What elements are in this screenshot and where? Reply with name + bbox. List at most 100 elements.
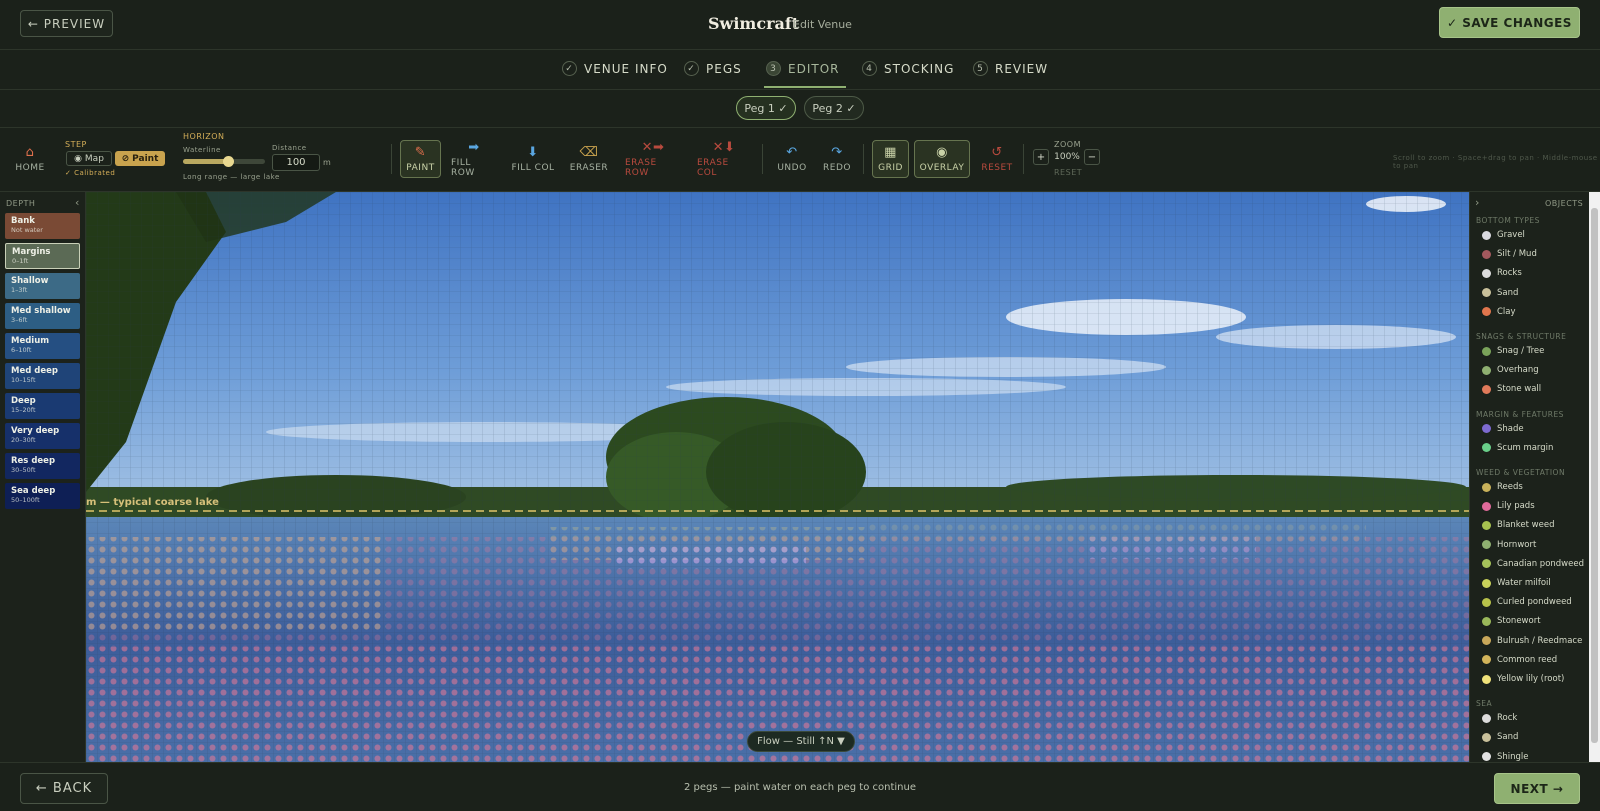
depth-item[interactable]: Med deep 10–15ft xyxy=(5,363,80,389)
object-item[interactable]: Hornwort xyxy=(1482,540,1536,550)
editor-canvas[interactable]: m — typical coarse lake Flow — Still ↑N … xyxy=(86,192,1469,762)
fill-col-button[interactable]: ⬇ FILL COL xyxy=(510,140,556,178)
object-item[interactable]: Stonewort xyxy=(1482,616,1541,626)
depth-item[interactable]: Deep 15–20ft xyxy=(5,393,80,419)
object-swatch-icon xyxy=(1482,713,1491,723)
grid-toggle[interactable]: ▦ GRID xyxy=(872,140,909,178)
depth-item[interactable]: Res deep 30–50ft xyxy=(5,453,80,479)
active-step-indicator xyxy=(764,86,846,88)
preview-button[interactable]: ← PREVIEW xyxy=(20,10,113,37)
peg-tab-1[interactable]: Peg 1 ✓ xyxy=(736,96,796,120)
object-item[interactable]: Gravel xyxy=(1482,230,1525,240)
depth-item[interactable]: Shallow 1–3ft xyxy=(5,273,80,299)
waterline-label: Waterline xyxy=(183,146,221,154)
redo-button[interactable]: ↷ REDO xyxy=(822,140,852,178)
arrow-right-icon: ➡ xyxy=(468,139,480,155)
step-venue-info[interactable]: ✓ VENUE INFO xyxy=(562,61,668,76)
zoom-out-button[interactable]: − xyxy=(1084,149,1100,165)
erase-col-button[interactable]: ✕⬇ ERASE COL xyxy=(697,140,751,178)
object-item[interactable]: Common reed xyxy=(1482,655,1557,665)
home-button[interactable]: ⌂ HOME xyxy=(14,140,46,178)
save-changes-button[interactable]: ✓ SAVE CHANGES xyxy=(1439,7,1580,38)
depth-item[interactable]: Margins 0–1ft xyxy=(5,243,80,269)
flow-direction-button[interactable]: Flow — Still ↑N ▼ xyxy=(747,731,855,752)
depth-item[interactable]: Very deep 20–30ft xyxy=(5,423,80,449)
object-item[interactable]: Bulrush / Reedmace xyxy=(1482,636,1582,646)
object-label: Sand xyxy=(1497,287,1519,298)
depth-item[interactable]: Medium 6–10ft xyxy=(5,333,80,359)
object-label: Hornwort xyxy=(1497,539,1537,550)
object-swatch-icon xyxy=(1482,578,1491,588)
step-pegs[interactable]: ✓ PEGS xyxy=(684,61,742,76)
object-item[interactable]: Shade xyxy=(1482,424,1524,434)
reset-button[interactable]: ↺ RESET xyxy=(980,140,1014,178)
object-item[interactable]: Scum margin xyxy=(1482,443,1553,453)
eraser-button[interactable]: ⌫ ERASER xyxy=(567,140,611,178)
object-item[interactable]: Yellow lily (root) xyxy=(1482,674,1564,684)
paint-step-button[interactable]: ⊘ Paint xyxy=(115,151,165,166)
expand-objects-button[interactable]: › xyxy=(1475,196,1479,209)
depth-name: Shallow xyxy=(11,276,49,286)
eye-icon: ◉ xyxy=(74,153,82,164)
object-item[interactable]: Shingle xyxy=(1482,752,1529,762)
objects-scrollbar[interactable] xyxy=(1589,192,1600,762)
object-item[interactable]: Overhang xyxy=(1482,365,1539,375)
object-item[interactable]: Snag / Tree xyxy=(1482,346,1544,356)
collapse-depth-button[interactable]: ‹ xyxy=(75,196,79,209)
footer-status: 2 pegs — paint water on each peg to cont… xyxy=(684,782,916,793)
depth-item[interactable]: Bank Not water xyxy=(5,213,80,239)
object-label: Lily pads xyxy=(1497,501,1535,512)
object-item[interactable]: Canadian pondweed xyxy=(1482,559,1584,569)
object-item[interactable]: Clay xyxy=(1482,307,1516,317)
zoom-value: 100% xyxy=(1054,152,1080,162)
distance-input[interactable]: 100 xyxy=(272,154,320,171)
overlay-toggle[interactable]: ◉ OVERLAY xyxy=(914,140,970,178)
depth-name: Bank xyxy=(11,216,35,226)
object-item[interactable]: Silt / Mud xyxy=(1482,249,1537,259)
depth-range: 1–3ft xyxy=(11,286,28,294)
zoom-label: ZOOM xyxy=(1054,140,1081,149)
object-label: Blanket weed xyxy=(1497,520,1555,531)
peg-tab-2[interactable]: Peg 2 ✓ xyxy=(804,96,864,120)
depth-item[interactable]: Sea deep 50–100ft xyxy=(5,483,80,509)
waterline-slider-thumb[interactable] xyxy=(223,156,235,167)
fill-row-button[interactable]: ➡ FILL ROW xyxy=(451,140,497,178)
wizard-steps: ✓ VENUE INFO ✓ PEGS 3 EDITOR 4 STOCKING 5 REV… xyxy=(0,50,1600,90)
object-swatch-icon xyxy=(1482,520,1491,530)
object-swatch-icon xyxy=(1482,230,1491,240)
object-item[interactable]: Stone wall xyxy=(1482,384,1541,394)
object-item[interactable]: Blanket weed xyxy=(1482,520,1554,530)
map-step-button[interactable]: ◉ Map xyxy=(66,151,112,166)
step-stocking[interactable]: 4 STOCKING xyxy=(862,61,954,76)
eye-icon: ◉ xyxy=(936,144,948,160)
waterline-slider[interactable] xyxy=(183,156,265,167)
object-item[interactable]: Rocks xyxy=(1482,268,1522,278)
object-group-title: WEED & VEGETATION xyxy=(1476,468,1566,477)
depth-range: 50–100ft xyxy=(11,496,40,504)
undo-button[interactable]: ↶ UNDO xyxy=(777,140,807,178)
object-label: Reeds xyxy=(1497,482,1523,492)
object-item[interactable]: Curled pondweed xyxy=(1482,597,1572,607)
object-label: Scum margin xyxy=(1497,442,1554,453)
object-label: Shade xyxy=(1497,423,1524,434)
zoom-in-button[interactable]: + xyxy=(1033,149,1049,165)
object-item[interactable]: Reeds xyxy=(1482,482,1523,492)
object-item[interactable]: Sand xyxy=(1482,288,1518,298)
zoom-reset-button[interactable]: RESET xyxy=(1054,168,1082,177)
depth-item[interactable]: Med shallow 3–6ft xyxy=(5,303,80,329)
object-item[interactable]: Rock xyxy=(1482,713,1517,723)
object-item[interactable]: Sand xyxy=(1482,732,1518,742)
object-item[interactable]: Lily pads xyxy=(1482,501,1535,511)
step-review[interactable]: 5 REVIEW xyxy=(973,61,1048,76)
depth-range: 15–20ft xyxy=(11,406,36,414)
step-editor[interactable]: 3 EDITOR xyxy=(766,61,839,76)
eraser-icon: ⌫ xyxy=(579,144,599,160)
erase-row-button[interactable]: ✕➡ ERASE ROW xyxy=(625,140,681,178)
paint-tool-button[interactable]: ✎ PAINT xyxy=(400,140,441,178)
paint-icon: ⊘ xyxy=(121,153,130,164)
next-button[interactable]: NEXT → xyxy=(1494,773,1580,804)
page-subtitle: Edit Venue xyxy=(793,18,852,31)
object-item[interactable]: Water milfoil xyxy=(1482,578,1551,588)
object-swatch-icon xyxy=(1482,424,1491,434)
scrollbar-thumb[interactable] xyxy=(1591,208,1598,743)
